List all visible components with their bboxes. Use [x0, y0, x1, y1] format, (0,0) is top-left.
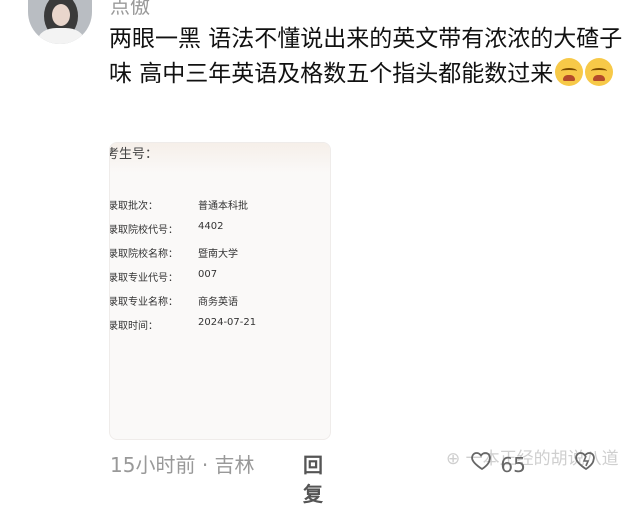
row-key: 录取批次： [109, 201, 158, 212]
dislike-icon[interactable] [574, 448, 598, 472]
avatar[interactable] [28, 0, 92, 44]
row-value: 暨南大学 [198, 249, 238, 260]
row-key: 录取专业代号： [109, 273, 178, 284]
avatar-face [52, 4, 70, 26]
comment-actions: 65 [470, 448, 598, 477]
like-count: 65 [500, 453, 526, 477]
exam-number-label: 考生号： [109, 147, 159, 162]
row-value: 4402 [198, 221, 224, 232]
comment-text: 两眼一黑 语法不懂说出来的英文带有浓浓的大碴子味 高中三年英语及格数五个指头都能… [109, 22, 629, 92]
row-value: 007 [198, 269, 218, 280]
row-key: 录取院校代号： [109, 225, 178, 236]
row-key: 录取院校名称： [109, 249, 178, 260]
row-value: 商务英语 [198, 297, 238, 308]
comment-body: 两眼一黑 语法不懂说出来的英文带有浓浓的大碴子味 高中三年英语及格数五个指头都能… [109, 26, 623, 87]
meta-separator: · [201, 453, 209, 477]
crying-face-icon [585, 58, 614, 86]
comment-location: 吉林 [214, 453, 255, 477]
watermark-logo-icon: ⊕ [446, 449, 461, 469]
username[interactable]: 点傲 [110, 0, 150, 19]
avatar-body [38, 28, 84, 44]
comment-meta: 15小时前 · 吉林 回复 [110, 449, 323, 506]
reply-button[interactable]: 回复 [303, 449, 323, 507]
like-icon[interactable] [470, 448, 494, 472]
crying-face-icon [555, 58, 584, 86]
row-key: 录取时间： [109, 321, 158, 332]
row-key: 录取专业名称： [109, 297, 178, 308]
admission-result-image[interactable]: 考生号： 录取批次： 普通本科批 录取院校代号： 4402 录取院校名称： 暨南… [109, 142, 331, 440]
comment-time: 15小时前 [110, 453, 196, 477]
row-value: 2024-07-21 [198, 317, 257, 328]
row-value: 普通本科批 [198, 201, 248, 212]
